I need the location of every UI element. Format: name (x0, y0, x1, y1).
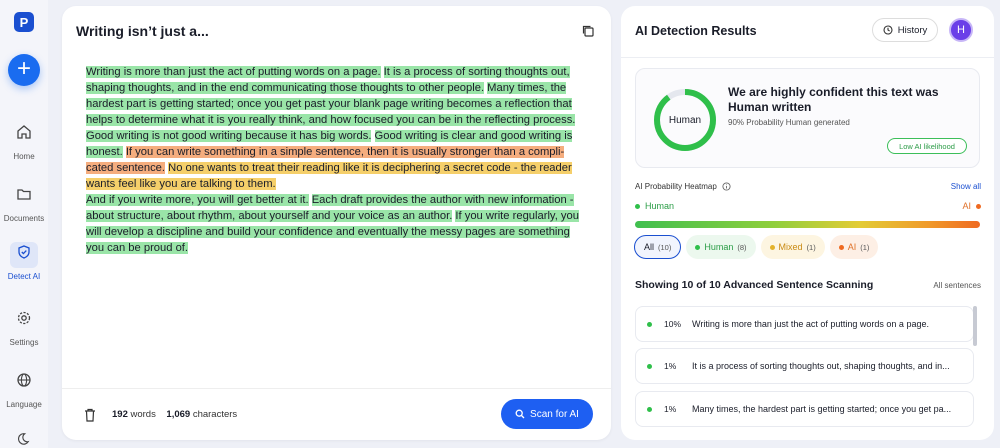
scan-for-ai-button[interactable]: Scan for AI (501, 399, 593, 429)
sidebar-item-label: Documents (3, 214, 45, 223)
editor-panel: Writing isn’t just a... Writing is more … (62, 6, 611, 440)
legend-human: Human (635, 201, 674, 211)
ring-label: Human (668, 114, 702, 126)
sidebar-item-label: Settings (9, 338, 39, 347)
human-dot (647, 321, 652, 327)
ai-dot (838, 244, 844, 250)
home-icon (17, 125, 31, 139)
history-button[interactable]: History (872, 18, 938, 42)
heatmap-label-text: AI Probability Heatmap (635, 182, 717, 191)
scan-button-label: Scan for AI (530, 408, 579, 420)
chip-label: AI (847, 242, 857, 252)
history-label: History (897, 24, 928, 36)
sidebar-item-detect-ai[interactable]: Detect AI (0, 242, 48, 281)
editor-footer: 192 words 1,069 characters Scan for AI (62, 388, 611, 440)
filter-chip-all[interactable]: All (10) (634, 235, 682, 259)
chip-count: (1) (860, 242, 870, 252)
filter-chip-mixed[interactable]: Mixed (1) (760, 235, 825, 259)
paragraph: Writing is more than just the act of put… (86, 64, 586, 192)
sentence-row[interactable]: 1% Many times, the hardest part is getti… (635, 391, 974, 427)
scrollbar[interactable] (973, 306, 977, 346)
sidebar-item-home[interactable]: Home (0, 122, 48, 161)
sentence-probability: 10% (664, 319, 682, 329)
sidebar-item-language[interactable]: Language (0, 370, 48, 409)
filter-chips: All (10) Human (8) Mixed (1) AI (1) (634, 235, 879, 259)
legend-ai-label: AI (962, 201, 971, 211)
legend-human-label: Human (645, 201, 675, 211)
word-count: 192 (112, 409, 128, 420)
sentence-probability: 1% (664, 361, 677, 371)
paragraph: And if you write more, you will get bett… (86, 192, 586, 256)
chip-count: (1) (806, 242, 816, 252)
sidebar-item-documents[interactable]: Documents (0, 184, 48, 223)
likelihood-badge: Low AI likelihood (887, 138, 967, 154)
new-document-button[interactable]: + (8, 54, 40, 86)
sentence-text: Many times, the hardest part is getting … (692, 404, 952, 414)
verdict-subtext: 90% Probability Human generated (728, 118, 850, 127)
chars-label: characters (192, 409, 238, 420)
globe-icon (17, 373, 31, 387)
verdict-card: Human We are highly confident this text … (635, 68, 980, 168)
copy-icon[interactable] (581, 24, 595, 38)
legend-ai: AI (962, 201, 981, 211)
chip-label: All (644, 242, 655, 252)
human-dot (647, 406, 652, 412)
folder-icon (17, 189, 31, 200)
sidebar-item-settings[interactable]: Settings (0, 308, 48, 347)
app-logo[interactable]: P (14, 12, 34, 32)
sentence-row[interactable]: 10% Writing is more than just the act of… (635, 306, 974, 342)
show-all-link[interactable]: Show all (951, 182, 981, 191)
sidebar-item-label: Language (6, 400, 42, 409)
editor-text-area[interactable]: Writing is more than just the act of put… (86, 64, 586, 256)
filter-chip-ai[interactable]: AI (1) (829, 235, 879, 259)
moon-icon[interactable] (16, 432, 30, 446)
heatmap-gradient-bar (635, 221, 980, 228)
chip-count: (8) (737, 242, 747, 252)
sentence-text: It is a process of sorting thoughts out,… (692, 361, 950, 371)
verdict-heading: We are highly confident this text was Hu… (728, 85, 939, 114)
heatmap-label: AI Probability Heatmap (635, 182, 731, 191)
filter-chip-human[interactable]: Human (8) (686, 235, 756, 259)
human-dot (647, 363, 652, 369)
human-dot (695, 244, 701, 250)
sidebar-item-label: Home (13, 152, 35, 161)
sentence-row[interactable]: 1% It is a process of sorting thoughts o… (635, 348, 974, 384)
gear-icon (17, 311, 31, 325)
words-label: words (130, 409, 156, 420)
results-title: AI Detection Results (635, 24, 757, 38)
scan-heading: Showing 10 of 10 Advanced Sentence Scann… (635, 279, 874, 291)
mixed-dot (769, 244, 775, 250)
history-icon (883, 25, 893, 35)
sentence-text: Writing is more than just the act of put… (692, 319, 929, 329)
search-icon (515, 409, 525, 419)
highlighted-sentence-green[interactable]: And if you write more, you will get bett… (86, 194, 309, 206)
document-title: Writing isn’t just a... (76, 23, 209, 39)
avatar[interactable]: H (949, 18, 973, 42)
info-icon[interactable] (722, 182, 731, 191)
sidebar: P + Home Documents Detect AI Settings La… (0, 0, 48, 448)
human-dot (635, 203, 640, 209)
chip-label: Mixed (778, 242, 803, 252)
sidebar-item-label: Detect AI (7, 272, 41, 281)
trash-icon[interactable] (84, 408, 96, 422)
chip-count: (10) (658, 242, 672, 252)
all-sentences-dropdown[interactable]: All sentences (933, 281, 981, 290)
shield-icon (18, 245, 30, 259)
word-char-count: 192 words 1,069 characters (112, 409, 237, 420)
char-count: 1,069 (166, 409, 191, 420)
highlighted-sentence-green[interactable]: Writing is more than just the act of put… (86, 66, 381, 78)
chip-label: Human (704, 242, 734, 252)
highlighted-sentence-green[interactable]: Good writing is not good writing because… (86, 130, 372, 142)
ai-dot (976, 203, 981, 209)
divider (621, 57, 994, 58)
sentence-probability: 1% (664, 404, 677, 414)
results-panel: AI Detection Results History H Human We … (621, 6, 994, 440)
